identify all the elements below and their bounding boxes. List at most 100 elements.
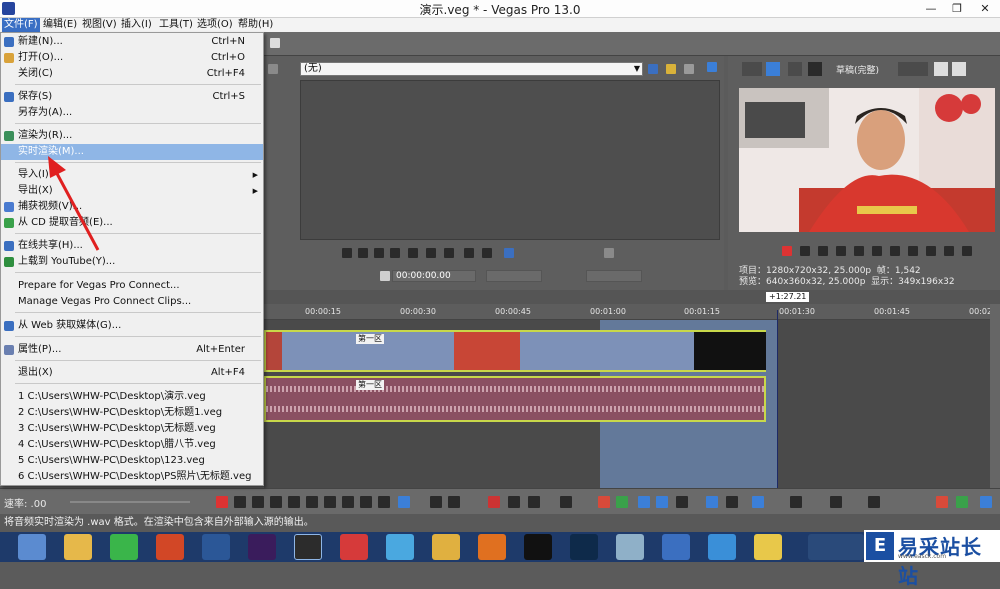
region-tool-button[interactable]: [956, 496, 968, 508]
menu-item-manage-connect[interactable]: Manage Vegas Pro Connect Clips...: [1, 294, 263, 310]
preview-play-start-icon[interactable]: [818, 246, 828, 256]
prev-frame-icon[interactable]: [426, 248, 436, 258]
menu-tools[interactable]: 工具(T): [157, 18, 195, 32]
menu-item-exit[interactable]: 退出(X) Alt+F4: [1, 365, 263, 381]
preview-properties-icon[interactable]: [742, 62, 762, 76]
photoshop-icon[interactable]: [570, 534, 598, 560]
trimmer-settings-icon[interactable]: [648, 64, 658, 74]
play-icon[interactable]: [374, 248, 384, 258]
selection-tool[interactable]: [448, 496, 460, 508]
start-icon[interactable]: [18, 534, 46, 560]
powerpoint-icon[interactable]: [156, 534, 184, 560]
menu-help[interactable]: 帮助(H): [236, 18, 275, 32]
menu-item-render-as[interactable]: 渲染为(R)...: [1, 128, 263, 144]
timeline[interactable]: +1:27.21 00:00:15 00:00:30 00:00:45 00:0…: [264, 290, 1000, 488]
trimmer-dropdown[interactable]: (无) ▼: [300, 62, 643, 76]
preview-quality[interactable]: 草稿(完整): [836, 63, 879, 76]
loop-button[interactable]: [234, 496, 246, 508]
trim-start-button[interactable]: [528, 496, 540, 508]
next-frame-icon[interactable]: [444, 248, 454, 258]
overlay-icon[interactable]: [808, 62, 822, 76]
recent-file-5[interactable]: 5 C:\Users\WHW-PC\Desktop\123.veg: [1, 453, 263, 469]
menu-item-close[interactable]: 关闭(C) Ctrl+F4: [1, 66, 263, 82]
minimize-button[interactable]: —: [918, 0, 944, 18]
trimmer-in-point[interactable]: [486, 270, 542, 282]
add-to-timeline-icon[interactable]: [504, 248, 514, 258]
preview-stop-icon[interactable]: [872, 246, 882, 256]
save-snapshot-icon[interactable]: [952, 62, 966, 76]
region-button[interactable]: [616, 496, 628, 508]
trim-end-button[interactable]: [560, 496, 572, 508]
menu-item-properties[interactable]: 属性(P)... Alt+Enter: [1, 342, 263, 358]
external-monitor-icon[interactable]: [766, 62, 780, 76]
menu-item-save[interactable]: 保存(S) Ctrl+S: [1, 89, 263, 105]
preview-loop-icon[interactable]: [800, 246, 810, 256]
record-button[interactable]: [216, 496, 228, 508]
stop-icon[interactable]: [408, 248, 418, 258]
timeline-tool-button[interactable]: [980, 496, 992, 508]
menu-view[interactable]: 视图(V): [80, 18, 119, 32]
trim-button[interactable]: [508, 496, 520, 508]
chrome-icon[interactable]: [432, 534, 460, 560]
app-icon[interactable]: [340, 534, 368, 560]
marker-button[interactable]: [598, 496, 610, 508]
ie-icon[interactable]: [708, 534, 736, 560]
trimmer-favorite-icon[interactable]: [666, 64, 676, 74]
pause-button[interactable]: [288, 496, 300, 508]
explorer-icon[interactable]: [64, 534, 92, 560]
play-button[interactable]: [270, 496, 282, 508]
video-clip[interactable]: 第一区: [264, 330, 766, 372]
ignore-grouping-button[interactable]: [726, 496, 738, 508]
play-from-start-icon[interactable]: [358, 248, 368, 258]
recent-file-3[interactable]: 3 C:\Users\WHW-PC\Desktop\无标题.veg: [1, 421, 263, 437]
lock-envelopes-button[interactable]: [706, 496, 718, 508]
next-frame-button[interactable]: [378, 496, 390, 508]
menu-item-save-as[interactable]: 另存为(A)...: [1, 105, 263, 121]
preview-pause-icon[interactable]: [854, 246, 864, 256]
menu-insert[interactable]: 插入(I): [119, 18, 154, 32]
preview-start-icon[interactable]: [926, 246, 936, 256]
trimmer-marker-icon[interactable]: [604, 248, 614, 258]
tray-area[interactable]: [808, 534, 864, 560]
copy-snapshot-icon[interactable]: [934, 62, 948, 76]
trimmer-clear-icon[interactable]: [684, 64, 694, 74]
menu-edit[interactable]: 编辑(E): [41, 18, 79, 32]
snapping-button[interactable]: [638, 496, 650, 508]
timeline-tool-button[interactable]: [830, 496, 842, 508]
wechat-icon[interactable]: [110, 534, 138, 560]
go-start-icon[interactable]: [464, 248, 474, 258]
close-button[interactable]: ✕: [972, 0, 998, 18]
trimmer-out-point[interactable]: [586, 270, 642, 282]
rate-slider[interactable]: [70, 501, 190, 503]
loop-icon[interactable]: [342, 248, 352, 258]
auto-ripple-button[interactable]: [676, 496, 688, 508]
premiere-icon[interactable]: [248, 534, 276, 560]
preview-frame-step-icon[interactable]: [962, 246, 972, 256]
normal-edit-tool[interactable]: [398, 496, 410, 508]
preview-prev-icon[interactable]: [890, 246, 900, 256]
pause-icon[interactable]: [390, 248, 400, 258]
trimmer-window-icon[interactable]: [707, 62, 717, 72]
search-icon[interactable]: [268, 64, 278, 74]
menu-item-new[interactable]: 新建(N)... Ctrl+N: [1, 34, 263, 50]
recent-file-2[interactable]: 2 C:\Users\WHW-PC\Desktop\无标题1.veg: [1, 405, 263, 421]
region-bar[interactable]: [264, 290, 1000, 304]
timeline-tool-button[interactable]: [868, 496, 880, 508]
go-start-button[interactable]: [324, 496, 336, 508]
go-end-button[interactable]: [342, 496, 354, 508]
go-end-icon[interactable]: [482, 248, 492, 258]
prev-frame-button[interactable]: [360, 496, 372, 508]
time-ruler[interactable]: 00:00:15 00:00:30 00:00:45 00:01:00 00:0…: [264, 304, 1000, 320]
menu-file[interactable]: 文件(F): [2, 18, 40, 32]
delete-button[interactable]: [488, 496, 500, 508]
vegas-taskbar-icon[interactable]: [294, 534, 322, 560]
wps-icon[interactable]: [662, 534, 690, 560]
stop-button[interactable]: [306, 496, 318, 508]
recent-file-4[interactable]: 4 C:\Users\WHW-PC\Desktop\腊八节.veg: [1, 437, 263, 453]
split-screen-icon[interactable]: [788, 62, 802, 76]
timeline-scrollbar[interactable]: [990, 304, 1000, 488]
auto-crossfade-button[interactable]: [656, 496, 668, 508]
timeline-tool-button[interactable]: [790, 496, 802, 508]
word-icon[interactable]: [202, 534, 230, 560]
pencil-icon[interactable]: [270, 38, 280, 48]
